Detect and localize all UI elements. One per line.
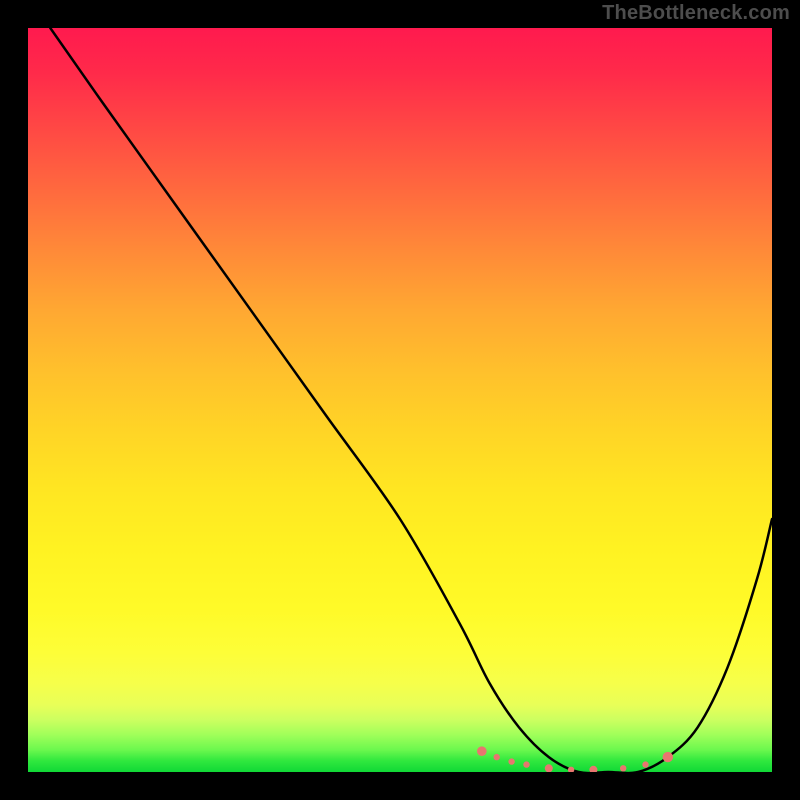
watermark-text: TheBottleneck.com [602, 2, 790, 25]
highlight-dot [523, 761, 529, 767]
highlight-dot [477, 746, 487, 756]
chart-plot-area [28, 28, 772, 772]
highlight-dot [568, 767, 574, 772]
highlight-dot [508, 758, 514, 764]
highlight-dot [620, 765, 626, 771]
chart-frame: TheBottleneck.com [0, 0, 800, 800]
highlight-dot [589, 766, 597, 772]
highlight-dot [642, 761, 648, 767]
bottleneck-curve [28, 28, 772, 772]
highlight-dot [663, 752, 673, 762]
highlight-dot [545, 764, 553, 772]
highlight-dot [494, 754, 500, 760]
